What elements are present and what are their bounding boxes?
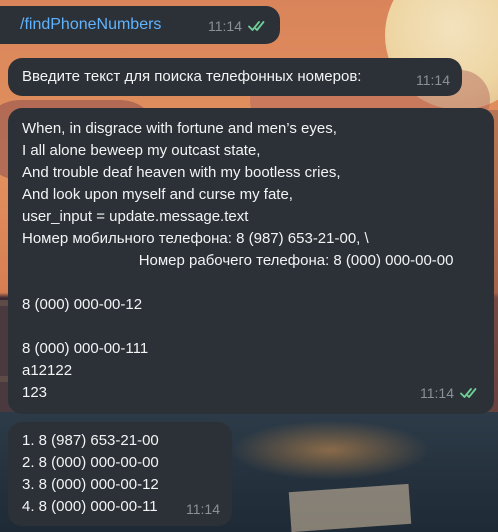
message-line: Номер рабочего телефона: 8 (000) 000-00-…: [22, 252, 454, 269]
message-meta: 11:14: [186, 498, 220, 520]
message-text: Введите текст для поиска телефонных номе…: [22, 68, 362, 85]
result-line: 2. 8 (000) 000-00-00: [22, 454, 159, 471]
double-check-icon: [460, 388, 477, 398]
message-time: 11:14: [416, 72, 450, 88]
message-line: When, in disgrace with fortune and men’s…: [22, 120, 337, 137]
wallpaper-lamp-glow: [230, 420, 430, 480]
message-meta: 11:14: [416, 69, 450, 91]
result-line: 3. 8 (000) 000-00-12: [22, 476, 159, 493]
message-prompt[interactable]: Введите текст для поиска телефонных номе…: [8, 58, 462, 96]
message-line: 8 (000) 000-00-111: [22, 340, 149, 357]
message-line: I all alone beweep my outcast state,: [22, 142, 261, 159]
message-line: 8 (000) 000-00-12: [22, 296, 143, 313]
wallpaper-papers: [288, 483, 412, 532]
message-meta: 11:14: [208, 15, 268, 37]
message-line: [22, 316, 494, 338]
message-meta: 11:14: [420, 382, 480, 404]
message-line: user_input = update.message.text: [22, 208, 249, 225]
message-time: 11:14: [208, 18, 242, 34]
message-time: 11:14: [420, 385, 454, 401]
message-line: And look upon myself and curse my fate,: [22, 186, 293, 203]
message-result[interactable]: 1. 8 (987) 653-21-00 2. 8 (000) 000-00-0…: [8, 422, 232, 526]
message-user-input[interactable]: When, in disgrace with fortune and men’s…: [8, 108, 494, 414]
message-line: Номер мобильного телефона: 8 (987) 653-2…: [22, 230, 369, 247]
message-line: [22, 272, 494, 294]
result-line: 1. 8 (987) 653-21-00: [22, 432, 159, 449]
message-line: a12122: [22, 362, 73, 379]
message-command[interactable]: /findPhoneNumbers 11:14: [0, 6, 280, 44]
message-time: 11:14: [186, 501, 220, 517]
double-check-icon: [248, 21, 265, 31]
message-line: And trouble deaf heaven with my bootless…: [22, 164, 341, 181]
